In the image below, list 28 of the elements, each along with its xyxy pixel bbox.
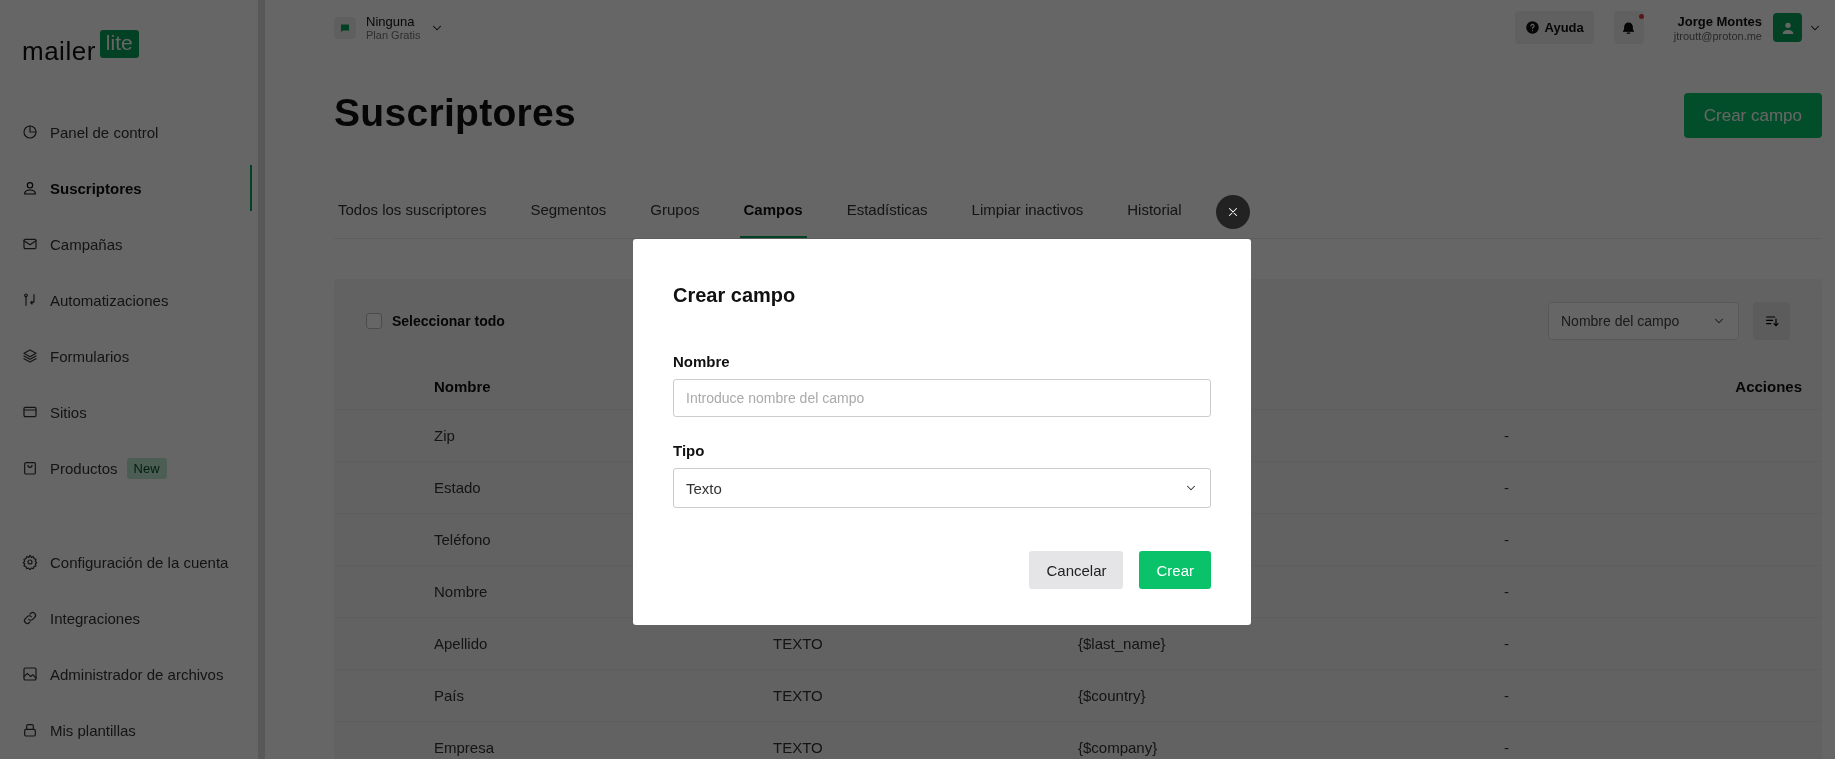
merge-tag: {$company} <box>1078 739 1158 756</box>
actions-placeholder: - <box>1504 531 1509 548</box>
user-email: jtroutt@proton.me <box>1673 29 1762 42</box>
actions-placeholder: - <box>1504 583 1509 600</box>
field-type: TEXTO <box>773 739 823 756</box>
field-name: Apellido <box>434 635 488 652</box>
field-name: Estado <box>434 479 481 496</box>
column-header: Acciones <box>1735 377 1802 395</box>
page-title: Suscriptores <box>334 90 577 135</box>
field-label: Tipo <box>673 442 706 459</box>
actions-placeholder: - <box>1504 479 1509 496</box>
field-name: País <box>434 687 464 704</box>
field-type: TEXTO <box>773 635 823 652</box>
merge-tag: {$country} <box>1078 687 1146 704</box>
dialog-title: Crear campo <box>673 284 797 307</box>
field-label: Nombre <box>673 353 731 370</box>
field-name: Zip <box>434 427 455 444</box>
field-type: TEXTO <box>773 687 823 704</box>
field-name: Nombre <box>434 583 488 600</box>
merge-tag: {$last_name} <box>1078 635 1166 652</box>
field-name: Teléfono <box>434 531 491 548</box>
actions-placeholder: - <box>1504 739 1509 756</box>
new-badge: New <box>126 457 167 479</box>
column-header: Nombre <box>434 377 491 395</box>
actions-placeholder: - <box>1504 687 1509 704</box>
actions-placeholder: - <box>1504 635 1509 652</box>
field-name: Empresa <box>434 739 495 756</box>
actions-placeholder: - <box>1504 427 1509 444</box>
